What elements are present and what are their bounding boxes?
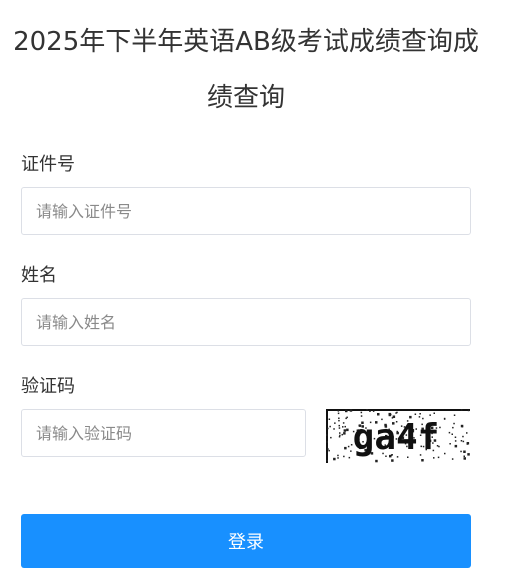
captcha-noise-dot bbox=[462, 440, 465, 443]
captcha-noise-dot bbox=[360, 411, 363, 414]
captcha-noise-dot bbox=[395, 412, 397, 414]
captcha-noise-dot bbox=[327, 448, 329, 450]
captcha-noise-dot bbox=[346, 416, 348, 419]
captcha-noise-dot bbox=[347, 445, 350, 448]
captcha-noise-dot bbox=[341, 433, 343, 436]
captcha-noise-dot bbox=[330, 436, 332, 439]
captcha-noise-dot bbox=[327, 427, 329, 430]
captcha-noise-dot bbox=[451, 433, 453, 435]
captcha-noise-dot bbox=[348, 456, 351, 459]
captcha-noise-dot bbox=[342, 422, 345, 424]
captcha-noise-dot bbox=[429, 414, 431, 416]
captcha-noise-dot bbox=[349, 409, 353, 412]
captcha-noise-dot bbox=[343, 432, 346, 435]
captcha-noise-dot bbox=[444, 452, 446, 455]
captcha-noise-dot bbox=[328, 418, 331, 420]
captcha-noise-dot bbox=[375, 459, 378, 463]
captcha-noise-dot bbox=[344, 446, 347, 450]
captcha-noise-dot bbox=[346, 428, 349, 432]
id-number-input[interactable] bbox=[21, 187, 471, 235]
captcha-noise-dot bbox=[454, 436, 457, 438]
captcha-noise-dot bbox=[433, 412, 435, 414]
captcha-input[interactable] bbox=[21, 409, 306, 457]
captcha-noise-dot bbox=[453, 414, 456, 416]
captcha-noise-dot bbox=[462, 435, 464, 438]
name-input[interactable] bbox=[21, 298, 471, 346]
captcha-noise-dot bbox=[337, 412, 340, 415]
captcha-noise-dot bbox=[419, 413, 421, 415]
captcha-noise-dot bbox=[454, 440, 457, 442]
captcha-noise-dot bbox=[452, 426, 454, 429]
captcha-noise-dot bbox=[451, 458, 454, 460]
captcha-noise-dot bbox=[467, 409, 470, 412]
captcha-noise-dot bbox=[337, 457, 339, 459]
captcha-noise-dot bbox=[326, 441, 328, 443]
captcha-noise-dot bbox=[466, 443, 469, 445]
captcha-noise-dot bbox=[388, 412, 391, 416]
captcha-noise-dot bbox=[343, 455, 345, 458]
captcha-noise-dot bbox=[329, 425, 331, 428]
captcha-noise-dot bbox=[448, 431, 451, 434]
captcha-noise-dot bbox=[369, 410, 371, 412]
captcha-noise-dot bbox=[339, 434, 341, 437]
captcha-image[interactable]: ga4f bbox=[326, 409, 470, 463]
captcha-noise-dot bbox=[453, 422, 455, 425]
captcha-noise-dot bbox=[333, 457, 336, 461]
captcha-noise-dot bbox=[342, 426, 344, 428]
page-title-line-2: 绩查询 bbox=[206, 83, 285, 113]
captcha-noise-dot bbox=[339, 432, 341, 434]
captcha-noise-dot bbox=[463, 450, 466, 453]
captcha-noise-dot bbox=[344, 425, 346, 428]
captcha-noise-dot bbox=[421, 459, 424, 462]
captcha-noise-dot bbox=[343, 429, 347, 432]
captcha-noise-dot bbox=[460, 424, 464, 428]
login-button[interactable]: 登录 bbox=[21, 514, 471, 568]
captcha-noise-dot bbox=[366, 409, 368, 411]
captcha-noise-dot bbox=[326, 459, 328, 462]
name-label: 姓名 bbox=[21, 265, 57, 286]
captcha-noise-dot bbox=[338, 424, 340, 427]
captcha-noise-dot bbox=[449, 443, 451, 445]
captcha-text: ga4f bbox=[353, 417, 440, 458]
captcha-noise-dot bbox=[328, 449, 330, 452]
captcha-noise-dot bbox=[463, 457, 466, 460]
captcha-noise-dot bbox=[337, 454, 339, 457]
captcha-noise-dot bbox=[337, 410, 340, 412]
captcha-noise-dot bbox=[439, 426, 441, 429]
captcha-noise-dot bbox=[334, 422, 336, 424]
captcha-noise-dot bbox=[338, 427, 341, 429]
captcha-noise-dot bbox=[454, 444, 458, 448]
captcha-noise-dot bbox=[326, 434, 328, 436]
captcha-noise-dot bbox=[414, 413, 417, 415]
captcha-noise-dot bbox=[377, 413, 380, 416]
captcha-noise-dot bbox=[460, 409, 463, 411]
captcha-noise-dot bbox=[391, 459, 394, 462]
captcha-noise-dot bbox=[443, 418, 446, 420]
captcha-noise-dot bbox=[460, 440, 463, 442]
captcha-noise-dot bbox=[350, 450, 352, 452]
page-title-line-1: 2025年下半年英语AB级考试成绩查询成 bbox=[13, 27, 479, 57]
captcha-noise-dot bbox=[333, 428, 335, 430]
captcha-noise-dot bbox=[460, 450, 462, 453]
captcha-noise-dot bbox=[467, 453, 470, 456]
captcha-noise-dot bbox=[372, 410, 375, 412]
captcha-noise-dot bbox=[345, 409, 348, 413]
captcha-noise-dot bbox=[466, 432, 468, 434]
id-number-label: 证件号 bbox=[21, 154, 75, 175]
page-title: 2025年下半年英语AB级考试成绩查询成 绩查询 bbox=[0, 14, 492, 126]
captcha-noise-dot bbox=[463, 455, 465, 457]
captcha-label: 验证码 bbox=[21, 376, 75, 397]
captcha-graphic: ga4f bbox=[326, 409, 470, 463]
captcha-noise-dot bbox=[338, 436, 341, 438]
captcha-noise-dot bbox=[338, 417, 340, 419]
captcha-noise-dot bbox=[338, 419, 340, 422]
